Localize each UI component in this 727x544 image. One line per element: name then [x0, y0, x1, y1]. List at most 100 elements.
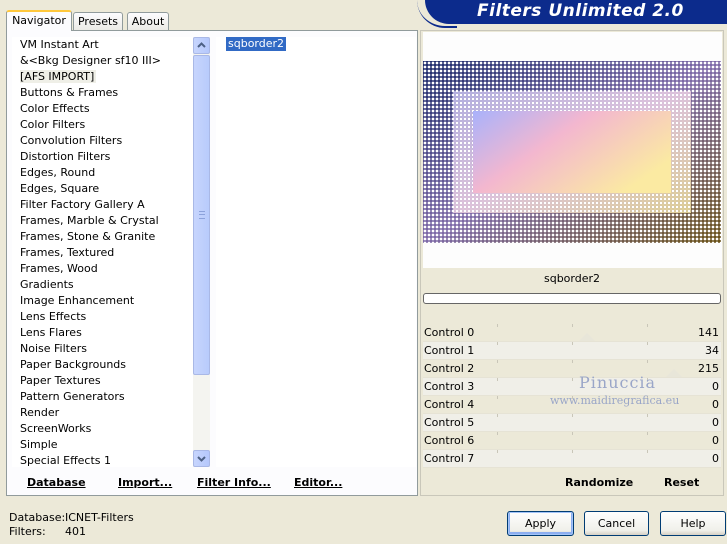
- cancel-button[interactable]: Cancel: [584, 511, 649, 536]
- tab-presets[interactable]: Presets: [73, 12, 123, 30]
- category-item[interactable]: Pattern Generators: [12, 389, 210, 405]
- filters-label: Filters:: [9, 525, 46, 538]
- category-label: Color Effects: [20, 102, 90, 115]
- app-title: Filters Unlimited 2.0: [477, 1, 684, 21]
- control-label: Control 3: [424, 380, 475, 393]
- filter-list[interactable]: sqborder2: [216, 37, 416, 467]
- category-label: Paper Backgrounds: [20, 358, 127, 371]
- category-item[interactable]: Lens Effects: [12, 309, 210, 325]
- filter-item-selected[interactable]: sqborder2: [226, 37, 287, 51]
- help-button[interactable]: Help: [660, 511, 726, 536]
- control-value: 0: [712, 434, 719, 447]
- app-banner: Filters Unlimited 2.0: [417, 0, 727, 28]
- status-info: Database:ICNET-Filters Filters: 401: [9, 511, 134, 539]
- control-label: Control 1: [424, 344, 475, 357]
- category-label: [AFS IMPORT]: [20, 70, 97, 83]
- category-label: Special Effects 1: [20, 454, 112, 467]
- scroll-thumb[interactable]: [193, 55, 210, 375]
- category-label: ScreenWorks: [20, 422, 92, 435]
- category-label: Pattern Generators: [20, 390, 125, 403]
- category-item[interactable]: Buttons & Frames: [12, 85, 210, 101]
- category-item[interactable]: Frames, Stone & Granite: [12, 229, 210, 245]
- category-item[interactable]: Edges, Square: [12, 181, 210, 197]
- database-button[interactable]: Database: [27, 476, 86, 489]
- control-value: 0: [712, 380, 719, 393]
- category-item[interactable]: Paper Backgrounds: [12, 357, 210, 373]
- category-label: Frames, Textured: [20, 246, 115, 259]
- tab-navigator[interactable]: Navigator: [6, 10, 72, 31]
- control-row[interactable]: Control 7 0: [423, 450, 721, 468]
- control-label: Control 4: [424, 398, 475, 411]
- control-row[interactable]: Control 1 34: [423, 342, 721, 360]
- category-item[interactable]: &<Bkg Designer sf10 III>: [12, 53, 210, 69]
- category-item[interactable]: VM Instant Art: [12, 37, 210, 53]
- category-item[interactable]: Color Filters: [12, 117, 210, 133]
- slider-thumb-icon[interactable]: [666, 369, 682, 377]
- apply-button[interactable]: Apply: [507, 511, 574, 536]
- category-label: Frames, Stone & Granite: [20, 230, 156, 243]
- control-slider-track[interactable]: [497, 324, 648, 341]
- current-filter-name: sqborder2: [543, 272, 601, 285]
- category-item[interactable]: Filter Factory Gallery A: [12, 197, 210, 213]
- control-label: Control 2: [424, 362, 475, 375]
- control-slider-track[interactable]: [497, 414, 648, 431]
- category-item[interactable]: Gradients: [12, 277, 210, 293]
- category-label: Gradients: [20, 278, 74, 291]
- filter-actions: Randomize Reset: [423, 472, 721, 494]
- randomize-button[interactable]: Randomize: [565, 476, 633, 489]
- category-item[interactable]: Render: [12, 405, 210, 421]
- category-item[interactable]: Edges, Round: [12, 165, 210, 181]
- category-item[interactable]: Frames, Marble & Crystal: [12, 213, 210, 229]
- filter-info-button[interactable]: Filter Info...: [197, 476, 271, 489]
- category-item[interactable]: Image Enhancement: [12, 293, 210, 309]
- editor-button[interactable]: Editor...: [294, 476, 342, 489]
- control-label: Control 5: [424, 416, 475, 429]
- category-list[interactable]: VM Instant Art &<Bkg Designer sf10 III> [A…: [12, 37, 210, 467]
- watermark-name: Pinuccia: [579, 373, 657, 392]
- tab-about[interactable]: About: [127, 12, 169, 30]
- category-item[interactable]: Frames, Wood: [12, 261, 210, 277]
- category-item[interactable]: Simple: [12, 437, 210, 453]
- category-label: Paper Textures: [20, 374, 101, 387]
- reset-button[interactable]: Reset: [664, 476, 699, 489]
- category-item[interactable]: Noise Filters: [12, 341, 210, 357]
- progress-bar: [423, 293, 721, 304]
- control-slider-track[interactable]: [497, 342, 648, 359]
- database-label: Database:: [9, 511, 66, 524]
- category-item[interactable]: [AFS IMPORT]: [12, 69, 210, 85]
- category-item[interactable]: ScreenWorks: [12, 421, 210, 437]
- control-label: Control 0: [424, 326, 475, 339]
- preview-area: [423, 32, 722, 268]
- control-slider-track[interactable]: [497, 450, 648, 467]
- slider-thumb-icon[interactable]: [579, 333, 595, 341]
- category-item[interactable]: Lens Flares: [12, 325, 210, 341]
- category-label: Distortion Filters: [20, 150, 111, 163]
- scroll-up-button[interactable]: [193, 37, 210, 54]
- filters-count: 401: [65, 525, 86, 538]
- category-label: Buttons & Frames: [20, 86, 119, 99]
- control-value: 215: [698, 362, 719, 375]
- category-label: Edges, Square: [20, 182, 100, 195]
- import-button[interactable]: Import...: [118, 476, 172, 489]
- category-label: Filter Factory Gallery A: [20, 198, 145, 211]
- control-value: 0: [712, 452, 719, 465]
- control-row[interactable]: Control 0 141: [423, 324, 721, 342]
- category-label: Lens Flares: [20, 326, 82, 339]
- category-item[interactable]: Frames, Textured: [12, 245, 210, 261]
- watermark-site: www.maidiregrafica.eu: [550, 394, 680, 407]
- control-slider-track[interactable]: [497, 432, 648, 449]
- category-item[interactable]: Distortion Filters: [12, 149, 210, 165]
- category-scrollbar[interactable]: [193, 37, 210, 467]
- control-row[interactable]: Control 5 0: [423, 414, 721, 432]
- category-label: &<Bkg Designer sf10 III>: [20, 54, 162, 67]
- category-item[interactable]: Convolution Filters: [12, 133, 210, 149]
- category-label: Image Enhancement: [20, 294, 135, 307]
- control-row[interactable]: Control 6 0: [423, 432, 721, 450]
- category-label: Simple: [20, 438, 58, 451]
- category-item[interactable]: Color Effects: [12, 101, 210, 117]
- scroll-down-button[interactable]: [193, 450, 210, 467]
- control-value: 0: [712, 416, 719, 429]
- category-label: Noise Filters: [20, 342, 87, 355]
- category-item[interactable]: Special Effects 1: [12, 453, 210, 467]
- category-item[interactable]: Paper Textures: [12, 373, 210, 389]
